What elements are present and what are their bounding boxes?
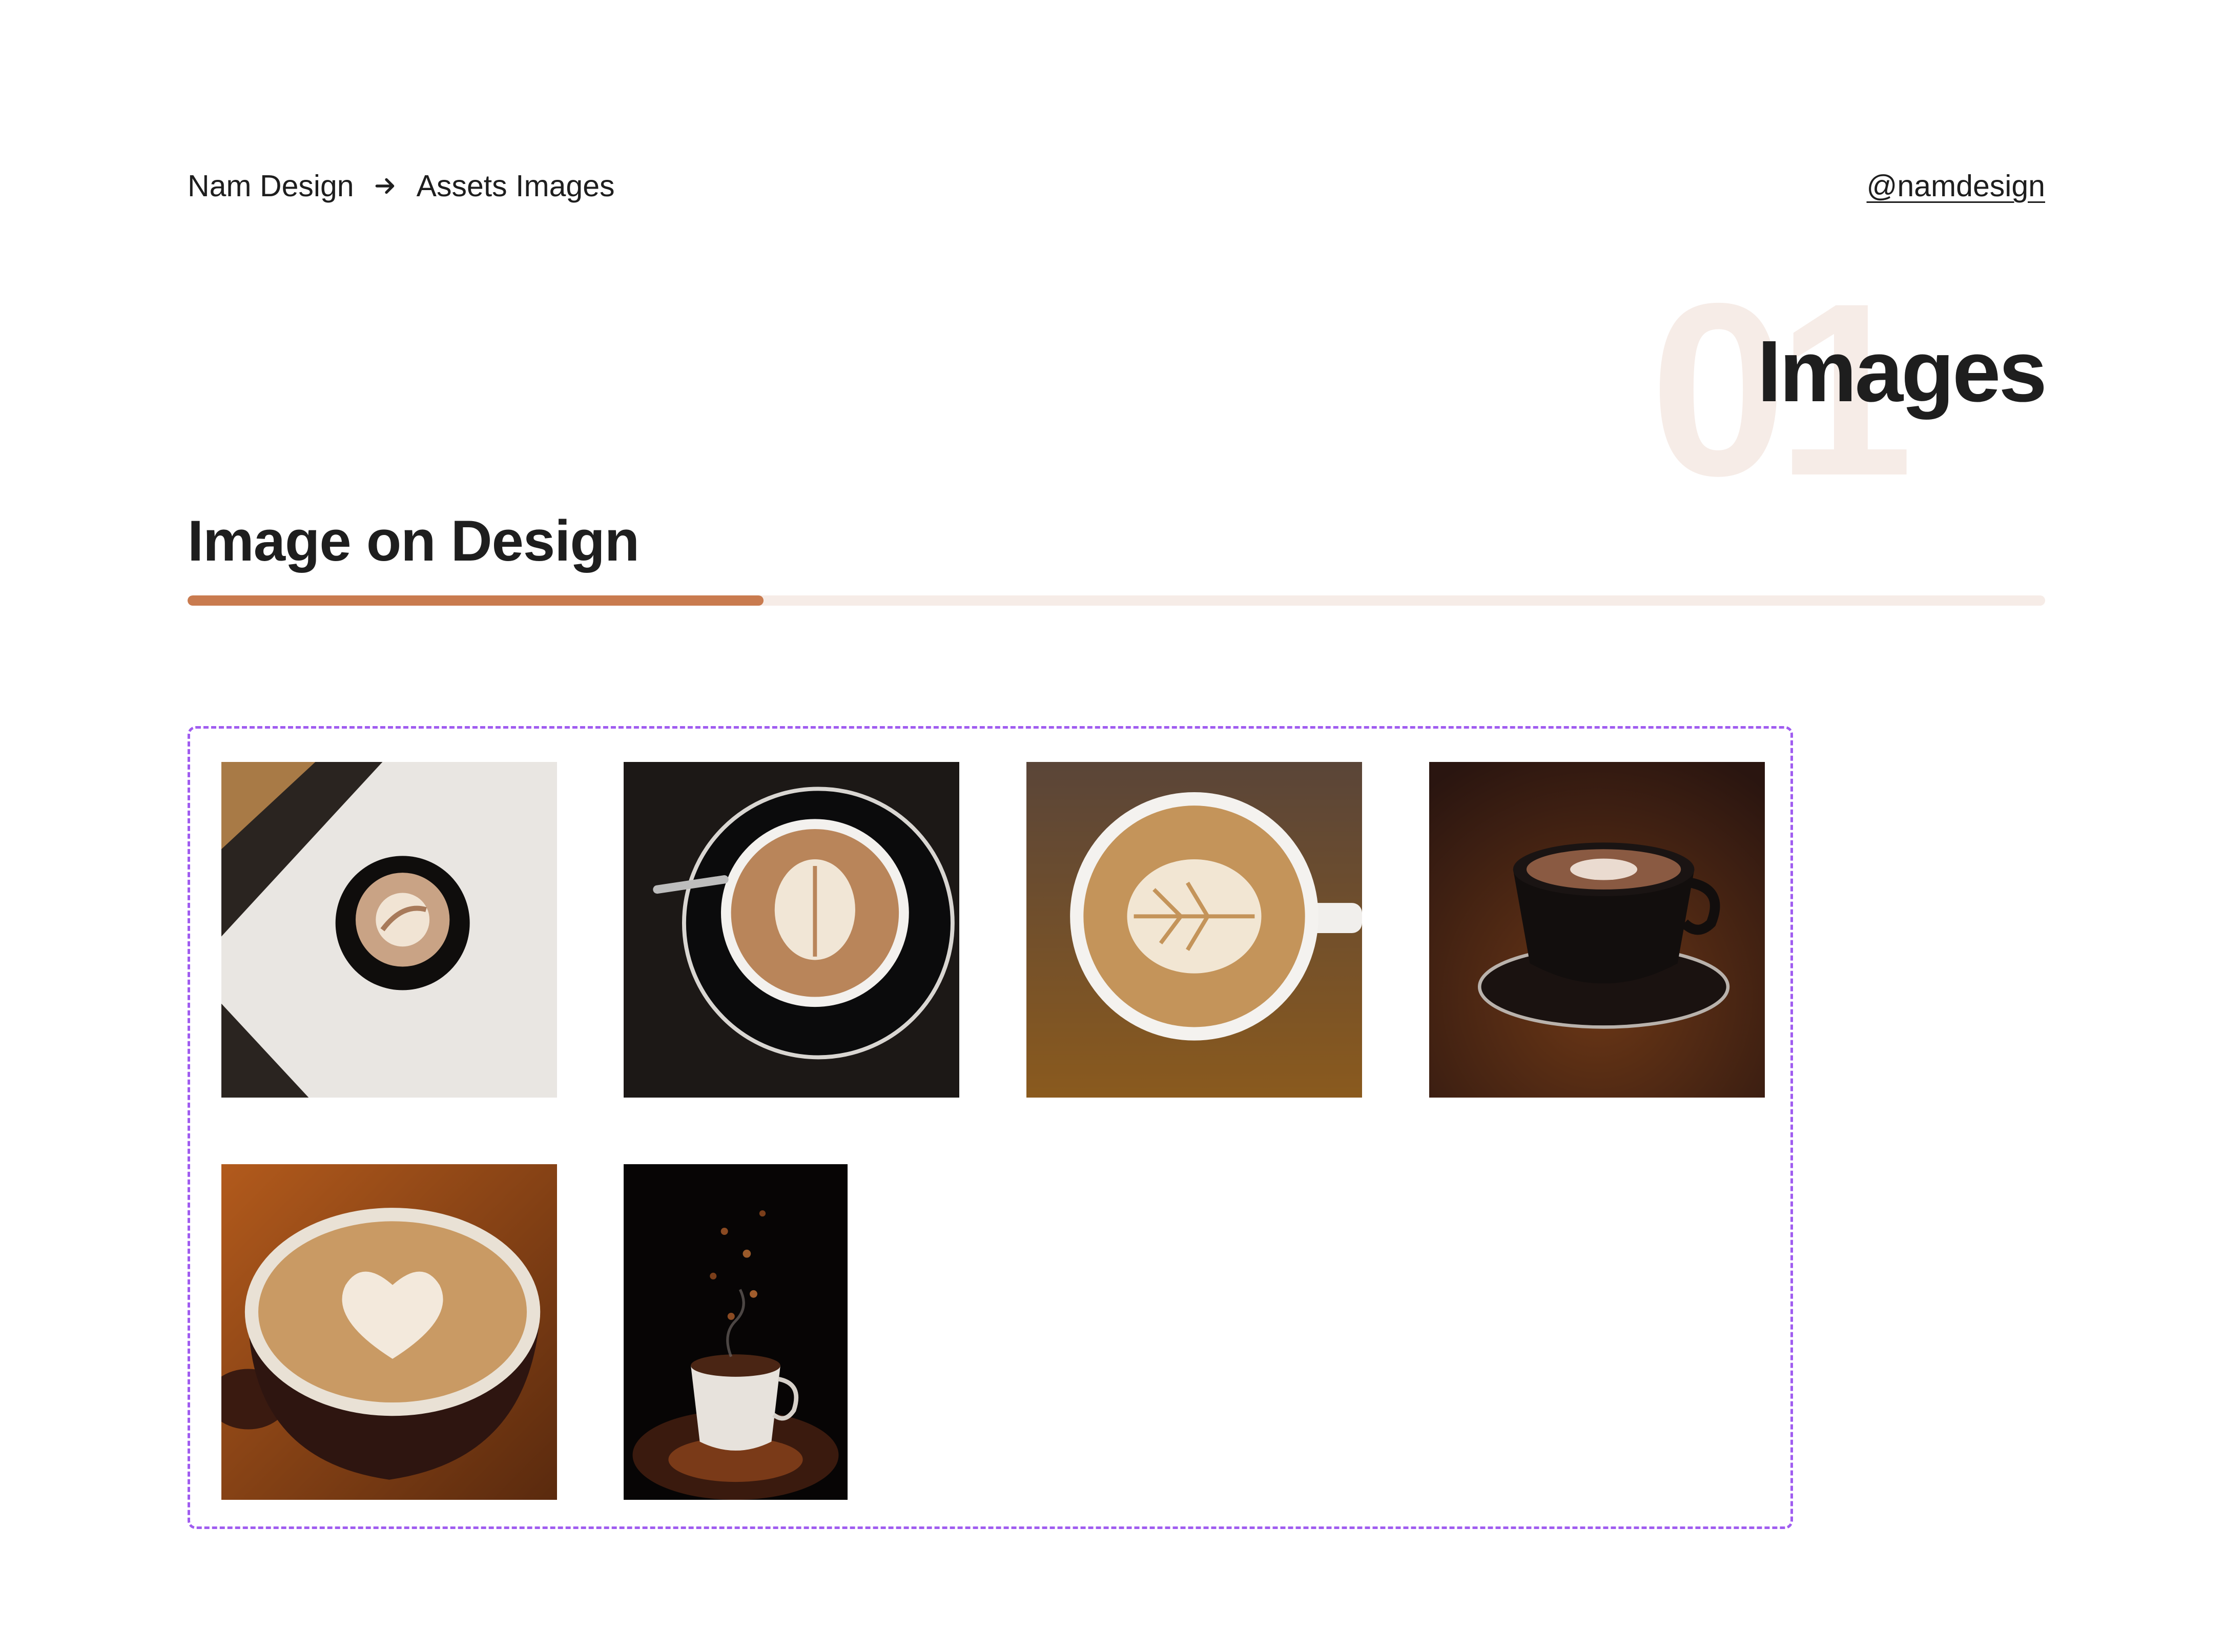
coffee-beans-cup-photo-icon	[624, 1164, 848, 1500]
section-progress-fill	[188, 595, 764, 606]
coffee-photo-4[interactable]	[1429, 762, 1765, 1098]
coffee-cup-photo-icon	[1429, 762, 1765, 1098]
coffee-photo-5[interactable]	[221, 1164, 557, 1500]
breadcrumb-home-link[interactable]: Nam Design	[188, 169, 354, 203]
latte-art-photo-icon	[624, 762, 959, 1098]
breadcrumb-current: Assets Images	[416, 169, 615, 203]
latte-art-photo-icon	[221, 762, 557, 1098]
subsection-title: Image on Design	[188, 509, 640, 573]
social-handle-link[interactable]: @namdesign	[1866, 163, 2045, 209]
arrow-right-icon	[375, 178, 394, 194]
coffee-photo-2[interactable]	[624, 762, 959, 1098]
section-title: Images	[1757, 323, 2047, 420]
coffee-photo-3[interactable]	[1026, 762, 1362, 1098]
latte-art-photo-icon	[1026, 762, 1362, 1098]
coffee-photo-1[interactable]	[221, 762, 557, 1098]
latte-art-photo-icon	[221, 1164, 557, 1500]
section-progress-bar	[188, 595, 2045, 606]
coffee-photo-6[interactable]	[624, 1164, 848, 1500]
breadcrumb: Nam Design Assets Images	[188, 163, 615, 209]
